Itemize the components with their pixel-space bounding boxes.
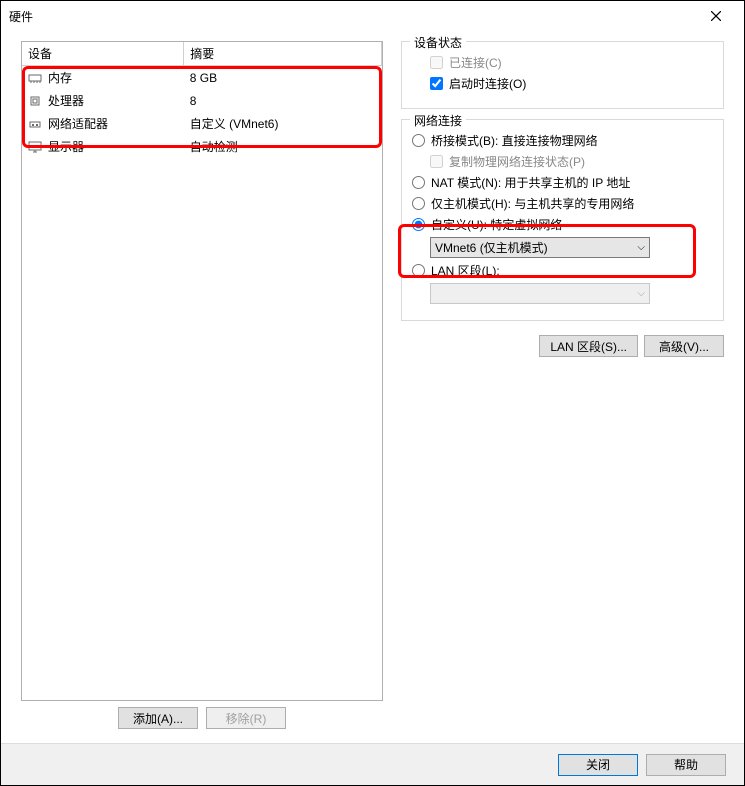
replicate-checkbox: [430, 155, 443, 168]
close-button[interactable]: 关闭: [558, 754, 638, 776]
lan-label: LAN 区段(L):: [431, 262, 500, 279]
nat-radio[interactable]: [412, 176, 425, 189]
bridge-radio[interactable]: [412, 134, 425, 147]
table-row[interactable]: 处理器8: [22, 89, 382, 112]
device-summary-cell: 8 GB: [184, 66, 382, 90]
device-name-cell: 内存: [42, 66, 184, 90]
window-title: 硬件: [9, 8, 696, 25]
lan-radio[interactable]: [412, 264, 425, 277]
window-close-button[interactable]: [696, 2, 736, 30]
network-connection-title: 网络连接: [410, 112, 466, 129]
device-status-group: 设备状态 已连接(C) 启动时连接(O): [401, 41, 724, 109]
advanced-button[interactable]: 高级(V)...: [644, 335, 724, 357]
col-device[interactable]: 设备: [22, 42, 184, 66]
network-connection-group: 网络连接 桥接模式(B): 直接连接物理网络 复制物理网络连接状态(P) NAT…: [401, 119, 724, 321]
display-icon: [28, 141, 42, 153]
device-name-cell: 处理器: [42, 89, 184, 112]
col-summary[interactable]: 摘要: [184, 42, 382, 66]
network-icon: [28, 118, 42, 130]
custom-radio[interactable]: [412, 218, 425, 231]
table-row[interactable]: 显示器自动检测: [22, 135, 382, 158]
bridge-label: 桥接模式(B): 直接连接物理网络: [431, 132, 598, 149]
custom-network-select[interactable]: VMnet6 (仅主机模式) ⌵: [430, 237, 650, 258]
hostonly-radio[interactable]: [412, 197, 425, 210]
chevron-down-icon: ⌵: [637, 242, 645, 253]
device-name-cell: 显示器: [42, 135, 184, 158]
device-status-title: 设备状态: [410, 34, 466, 51]
device-summary-cell: 8: [184, 89, 382, 112]
add-button[interactable]: 添加(A)...: [118, 707, 198, 729]
chevron-down-icon: ⌵: [637, 288, 645, 299]
custom-label: 自定义(U): 特定虚拟网络: [431, 216, 562, 233]
table-row[interactable]: 网络适配器自定义 (VMnet6): [22, 112, 382, 135]
connected-label: 已连接(C): [449, 54, 502, 71]
hostonly-label: 仅主机模式(H): 与主机共享的专用网络: [431, 195, 634, 212]
replicate-label: 复制物理网络连接状态(P): [449, 153, 585, 170]
device-name-cell: 网络适配器: [42, 112, 184, 135]
help-button[interactable]: 帮助: [646, 754, 726, 776]
device-summary-cell: 自动检测: [184, 135, 382, 158]
device-list[interactable]: 设备 摘要 内存8 GB处理器8网络适配器自定义 (VMnet6)显示器自动检测: [21, 41, 383, 701]
connected-checkbox: [430, 56, 443, 69]
table-row[interactable]: 内存8 GB: [22, 66, 382, 90]
title-bar: 硬件: [1, 1, 744, 31]
memory-icon: [28, 72, 42, 84]
remove-button: 移除(R): [206, 707, 286, 729]
connect-on-start-label: 启动时连接(O): [449, 75, 526, 92]
connect-on-start-checkbox[interactable]: [430, 77, 443, 90]
lan-segments-button[interactable]: LAN 区段(S)...: [539, 335, 638, 357]
dialog-footer: 关闭 帮助: [1, 743, 744, 785]
cpu-icon: [28, 95, 42, 107]
nat-label: NAT 模式(N): 用于共享主机的 IP 地址: [431, 174, 630, 191]
custom-network-value: VMnet6 (仅主机模式): [435, 239, 548, 256]
lan-segment-select: ⌵: [430, 283, 650, 304]
device-summary-cell: 自定义 (VMnet6): [184, 112, 382, 135]
